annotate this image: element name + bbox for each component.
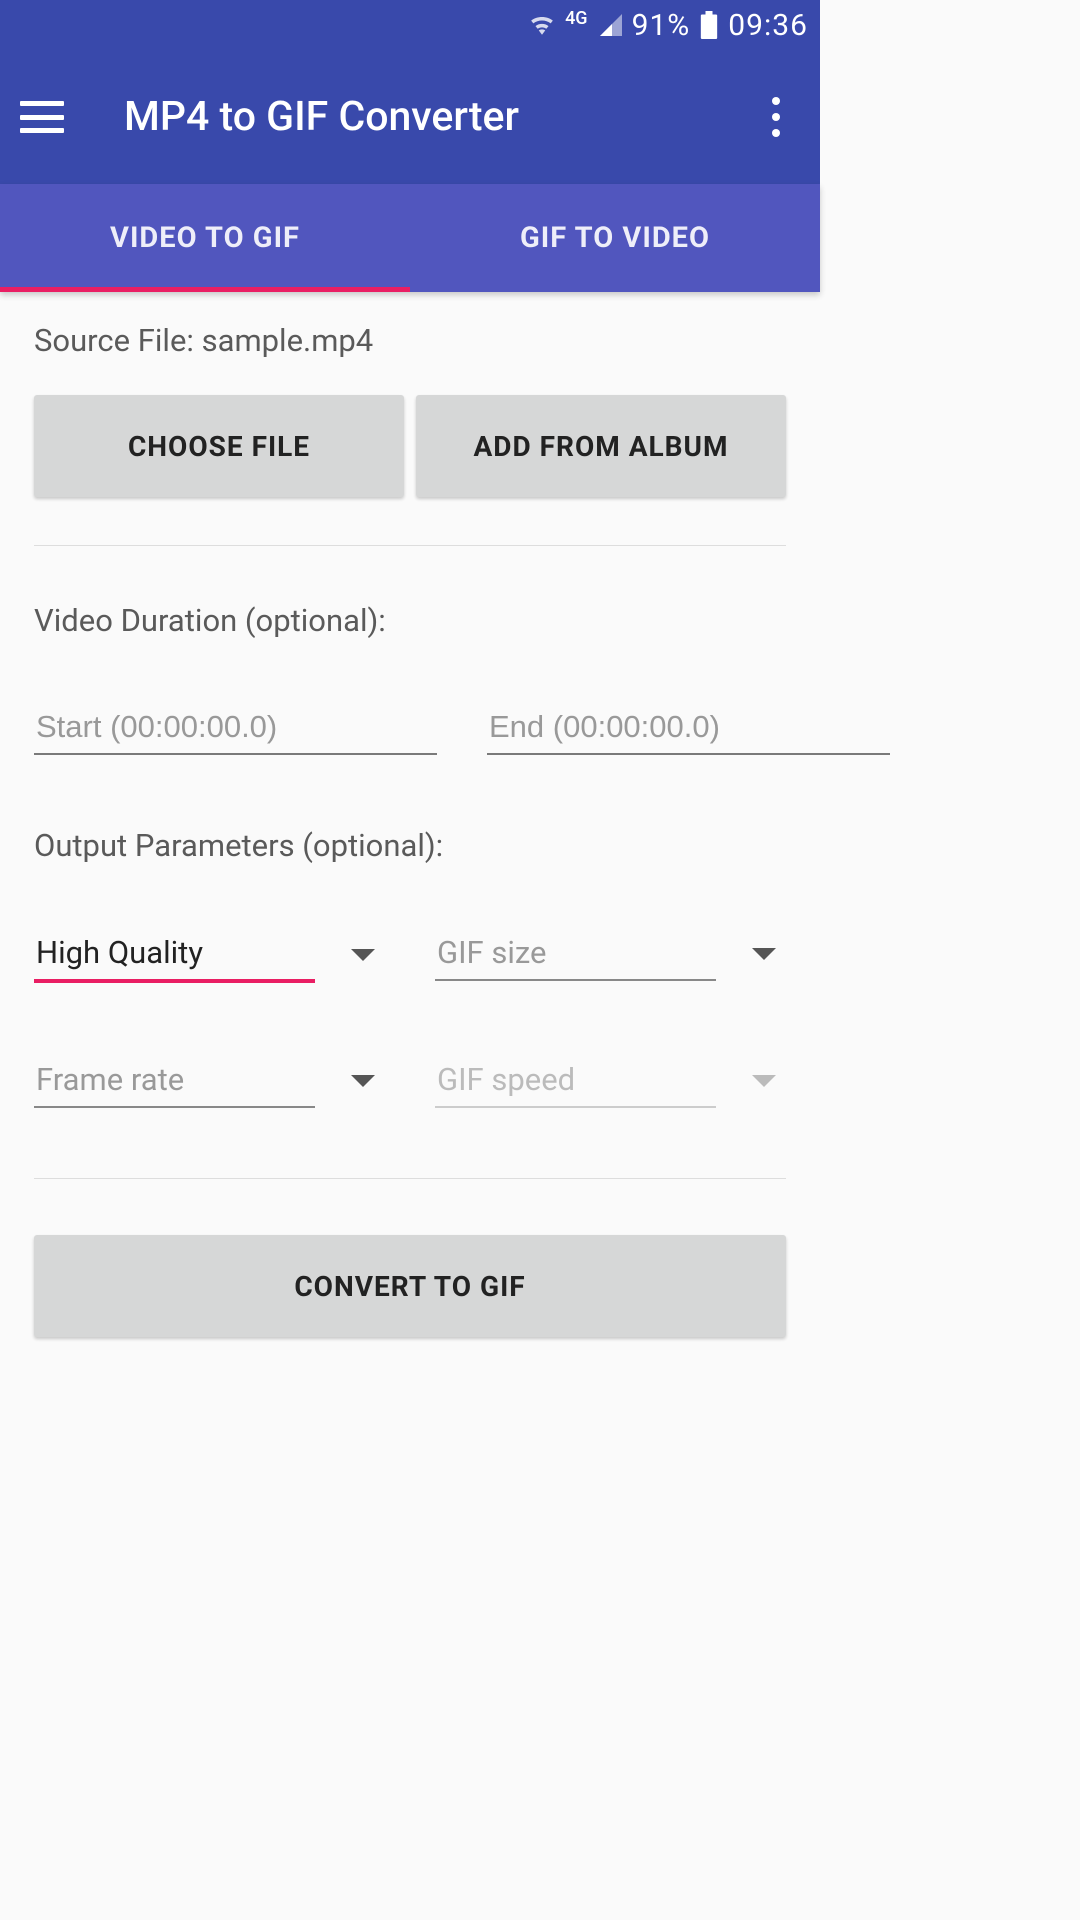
choose-file-button[interactable]: CHOOSE FILE <box>34 395 404 497</box>
tab-gif-to-video[interactable]: GIF TO VIDEO <box>410 184 820 292</box>
battery-icon <box>700 11 718 39</box>
frame-rate-value: Frame rate <box>34 1053 315 1108</box>
gif-speed-select[interactable]: GIF speed <box>435 1053 786 1108</box>
gif-speed-value: GIF speed <box>435 1053 716 1108</box>
network-type: 4G <box>565 8 588 29</box>
more-options-icon[interactable] <box>772 97 780 137</box>
output-params-label: Output Parameters (optional): <box>34 827 786 864</box>
chevron-down-icon <box>351 949 375 961</box>
output-row-1: High Quality GIF size <box>34 926 786 983</box>
output-row-2: Frame rate GIF speed <box>34 1053 786 1108</box>
source-file-label: Source File: sample.mp4 <box>34 322 786 359</box>
start-time-input[interactable] <box>34 701 437 755</box>
chevron-down-icon <box>752 1075 776 1087</box>
gif-size-value: GIF size <box>435 926 716 981</box>
chevron-down-icon <box>752 948 776 960</box>
divider <box>34 545 786 546</box>
convert-button[interactable]: CONVERT TO GIF <box>34 1235 786 1337</box>
quality-select[interactable]: High Quality <box>34 926 385 983</box>
add-from-album-button[interactable]: ADD FROM ALBUM <box>416 395 786 497</box>
duration-label: Video Duration (optional): <box>34 602 786 639</box>
signal-icon <box>598 14 622 36</box>
tab-bar: VIDEO TO GIF GIF TO VIDEO <box>0 184 820 292</box>
main-content: Source File: sample.mp4 CHOOSE FILE ADD … <box>0 292 820 1337</box>
clock: 09:36 <box>728 8 808 43</box>
battery-percent: 91% <box>632 8 691 43</box>
wifi-icon <box>529 15 555 35</box>
frame-rate-select[interactable]: Frame rate <box>34 1053 385 1108</box>
quality-value: High Quality <box>34 926 315 983</box>
tab-video-to-gif[interactable]: VIDEO TO GIF <box>0 184 410 292</box>
menu-icon[interactable] <box>20 101 64 133</box>
divider <box>34 1178 786 1179</box>
app-title: MP4 to GIF Converter <box>124 93 772 141</box>
status-bar: 4G 91% 09:36 <box>0 0 820 50</box>
gif-size-select[interactable]: GIF size <box>435 926 786 981</box>
duration-inputs <box>34 701 786 755</box>
chevron-down-icon <box>351 1075 375 1087</box>
file-button-row: CHOOSE FILE ADD FROM ALBUM <box>34 395 786 497</box>
app-bar: MP4 to GIF Converter <box>0 50 820 184</box>
end-time-input[interactable] <box>487 701 890 755</box>
